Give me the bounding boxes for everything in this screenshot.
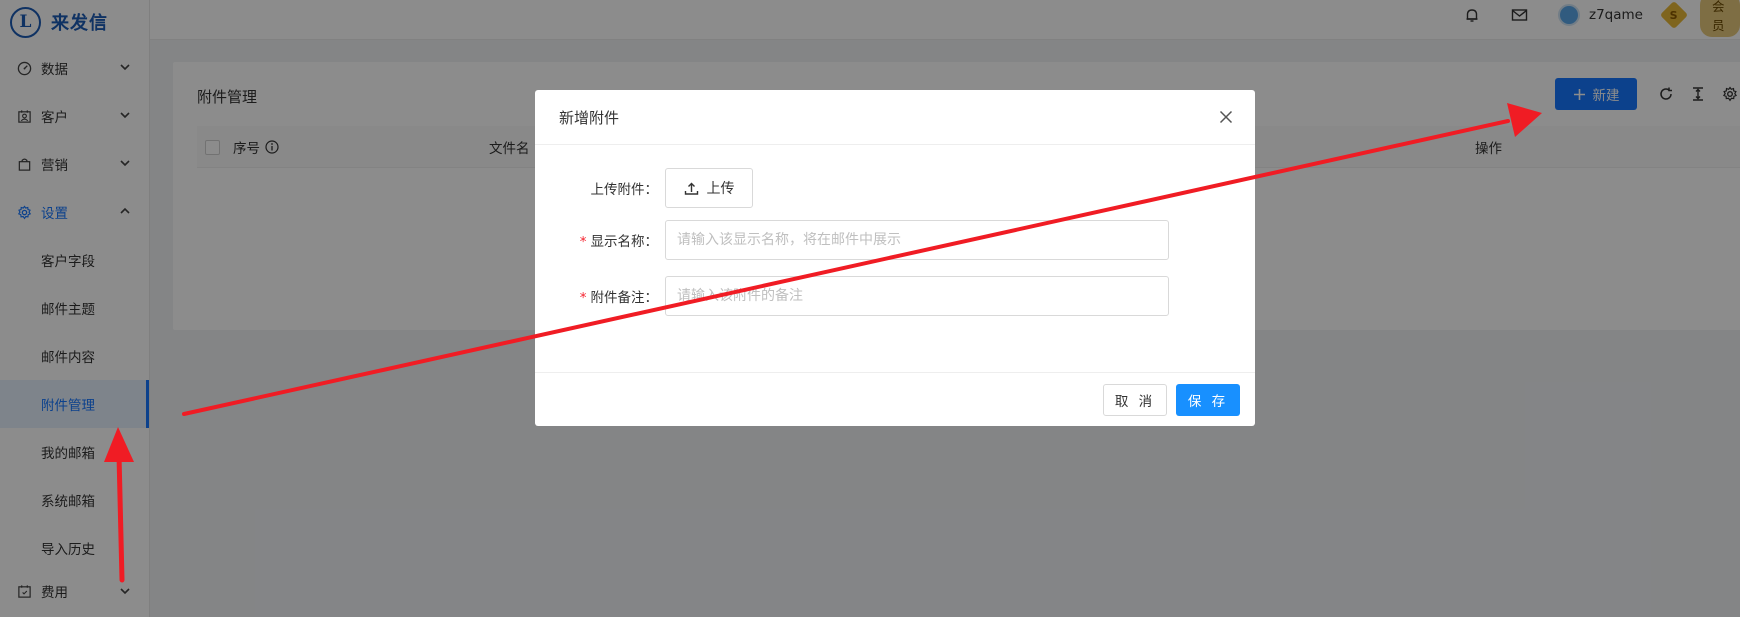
note-input[interactable]: [665, 276, 1169, 316]
cancel-button[interactable]: 取 消: [1103, 384, 1167, 416]
modal-header: 新增附件: [535, 90, 1255, 145]
save-button[interactable]: 保 存: [1176, 384, 1240, 416]
note-row: * 附件备注：: [535, 276, 1255, 316]
note-label-text: 附件备注：: [590, 290, 659, 306]
upload-label: 上传附件：: [590, 182, 659, 198]
close-icon[interactable]: [1217, 108, 1235, 126]
display-name-label: * 显示名称：: [579, 234, 659, 250]
modal-footer: 取 消 保 存: [535, 372, 1255, 426]
upload-button-label: 上传: [706, 181, 735, 197]
display-name-row: * 显示名称：: [535, 220, 1255, 260]
upload-row: 上传附件： 上传: [535, 168, 1255, 208]
upload-icon: [684, 182, 698, 195]
modal-title: 新增附件: [559, 108, 620, 127]
add-attachment-modal: 新增附件 上传附件： 上传 *显示名称： *附件备注： 取 消 保 存: [535, 90, 1255, 426]
note-label: * 附件备注：: [579, 290, 659, 306]
display-name-input[interactable]: [665, 220, 1169, 260]
upload-button[interactable]: 上传: [665, 168, 753, 208]
display-name-label-text: 显示名称：: [590, 234, 659, 250]
